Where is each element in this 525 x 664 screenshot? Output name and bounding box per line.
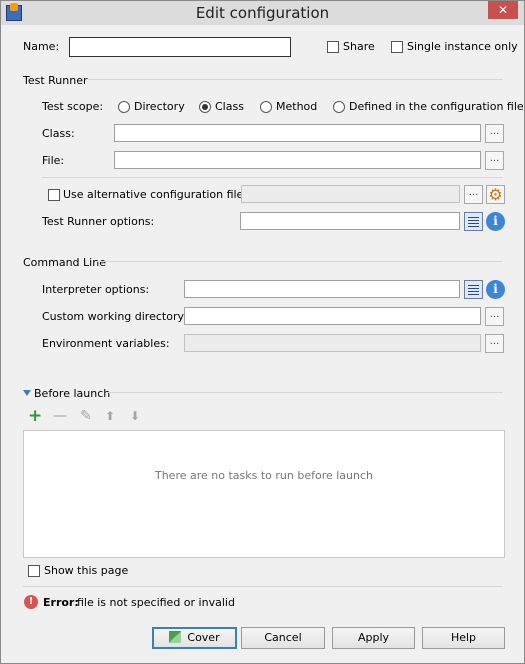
- window-title: Edit configuration: [195, 4, 330, 22]
- expand-editor-icon[interactable]: [464, 212, 483, 231]
- share-checkbox[interactable]: [327, 41, 339, 53]
- empty-task-text: There are no tasks to run before launch: [154, 469, 374, 482]
- interpreter-options-input[interactable]: [184, 280, 460, 298]
- test-scope-label: Test scope:: [42, 100, 104, 113]
- environment-variables-browse-button[interactable]: ...: [485, 334, 504, 353]
- error-message: file is not specified or invalid: [77, 596, 235, 609]
- class-label: Class:: [42, 127, 75, 140]
- bottom-separator: [23, 586, 503, 587]
- test-runner-separator: [87, 79, 503, 80]
- alt-config-input[interactable]: [241, 185, 460, 203]
- scope-class-radio[interactable]: [199, 101, 211, 113]
- close-button[interactable]: ✕: [488, 1, 518, 19]
- scope-config-file-radio[interactable]: [333, 101, 345, 113]
- error-icon: !: [24, 595, 38, 609]
- name-label: Name:: [23, 40, 60, 53]
- scope-config-file-label: Defined in the configuration file: [349, 100, 524, 113]
- share-label: Share: [343, 40, 375, 53]
- before-launch-separator: [108, 392, 503, 393]
- scope-method-label: Method: [276, 100, 318, 113]
- alt-config-checkbox[interactable]: [48, 189, 60, 201]
- scope-class-label: Class: [215, 100, 244, 113]
- scope-directory-label: Directory: [134, 100, 185, 113]
- info-icon[interactable]: i: [486, 212, 505, 231]
- runner-options-input[interactable]: [240, 212, 460, 230]
- add-icon[interactable]: +: [28, 408, 42, 425]
- file-label: File:: [42, 154, 65, 167]
- before-launch-title[interactable]: Before launch: [34, 387, 110, 400]
- file-browse-button[interactable]: ...: [485, 151, 504, 170]
- remove-icon[interactable]: —: [53, 409, 67, 423]
- edit-icon[interactable]: ✎: [79, 409, 93, 423]
- command-line-title: Command Line: [23, 256, 106, 269]
- gear-icon[interactable]: ⚙: [486, 185, 505, 204]
- name-input[interactable]: [69, 37, 291, 57]
- cancel-button[interactable]: Cancel: [241, 627, 325, 649]
- single-instance-checkbox[interactable]: [391, 41, 403, 53]
- command-line-separator: [97, 261, 503, 262]
- cover-button[interactable]: Cover: [152, 627, 237, 649]
- class-browse-button[interactable]: ...: [485, 124, 504, 143]
- working-directory-browse-button[interactable]: ...: [485, 307, 504, 326]
- info-icon[interactable]: i: [486, 280, 505, 299]
- show-page-checkbox[interactable]: [28, 565, 40, 577]
- help-button[interactable]: Help: [422, 627, 505, 649]
- move-up-icon[interactable]: ⬆: [103, 409, 117, 423]
- title-bar: Edit configuration ✕: [1, 1, 524, 25]
- cover-button-label: Cover: [187, 631, 220, 644]
- alt-config-browse-button[interactable]: ...: [464, 185, 483, 204]
- apply-button[interactable]: Apply: [332, 627, 415, 649]
- test-runner-title: Test Runner: [23, 74, 88, 87]
- cover-icon: [169, 631, 182, 643]
- before-launch-task-list[interactable]: There are no tasks to run before launch: [23, 430, 505, 558]
- alt-config-label: Use alternative configuration file:: [63, 188, 248, 201]
- show-page-label: Show this page: [44, 564, 129, 577]
- environment-variables-input[interactable]: [184, 334, 481, 352]
- edit-configuration-dialog: Edit configuration ✕ Name: Share Single …: [0, 0, 525, 664]
- move-down-icon[interactable]: ⬇: [128, 409, 142, 423]
- class-input[interactable]: [114, 124, 481, 142]
- working-directory-input[interactable]: [184, 307, 481, 325]
- scope-method-radio[interactable]: [260, 101, 272, 113]
- file-input[interactable]: [114, 151, 481, 169]
- error-prefix: Error:: [43, 596, 79, 609]
- collapse-triangle-icon[interactable]: [23, 390, 31, 396]
- scope-directory-radio[interactable]: [118, 101, 130, 113]
- expand-editor-icon[interactable]: [464, 280, 483, 299]
- runner-options-label: Test Runner options:: [42, 215, 155, 228]
- working-directory-label: Custom working directory:: [42, 310, 187, 323]
- environment-variables-label: Environment variables:: [42, 337, 170, 350]
- single-instance-label: Single instance only: [407, 40, 518, 53]
- interpreter-options-label: Interpreter options:: [42, 283, 150, 296]
- runner-separator: [42, 177, 503, 178]
